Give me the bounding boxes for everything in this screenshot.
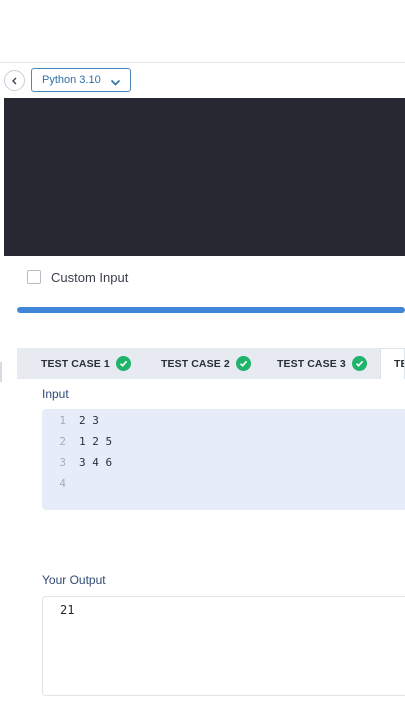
check-circle-icon [115, 356, 131, 371]
tab-label: TEST CASE 3 [277, 357, 346, 370]
custom-input-label: Custom Input [51, 269, 129, 285]
line-text: 2 3 [79, 413, 99, 427]
run-progress-bar [17, 307, 405, 313]
your-output-box: 21 [42, 596, 405, 696]
tab-test-case-1[interactable]: TEST CASE 1 [41, 348, 131, 379]
test-case-tabs: TEST CASE 1 TEST CASE 2 TEST CASE 3 TE [17, 348, 405, 379]
code-editor[interactable] [4, 98, 405, 256]
tab-label: TE [394, 358, 404, 370]
line-number: 4 [59, 476, 66, 490]
output-value: 21 [60, 603, 75, 617]
line-number: 1 [59, 413, 66, 427]
tab-test-case-3[interactable]: TEST CASE 3 [277, 348, 367, 379]
editor-toolbar: Python 3.10 [0, 64, 405, 98]
language-select-value: Python 3.10 [42, 74, 101, 86]
your-output-heading: Your Output [42, 573, 106, 587]
input-heading: Input [42, 387, 69, 401]
chevron-down-icon [110, 75, 121, 93]
test-input-box: 1 2 3 2 1 2 5 3 3 4 6 4 [42, 409, 405, 510]
language-select[interactable]: Python 3.10 [31, 68, 131, 92]
header-divider [0, 62, 405, 63]
tab-label: TEST CASE 1 [41, 357, 110, 370]
input-line: 2 1 2 5 [42, 432, 112, 450]
line-text: 3 4 6 [79, 455, 113, 469]
tab-test-case-2[interactable]: TEST CASE 2 [161, 348, 251, 379]
chevron-left-icon [11, 72, 19, 90]
run-progress-fill [17, 307, 405, 313]
custom-input-checkbox[interactable] [27, 270, 41, 284]
line-text: 1 2 5 [79, 434, 113, 448]
input-line: 1 2 3 [42, 411, 99, 429]
line-number: 3 [59, 455, 66, 469]
check-circle-icon [351, 356, 367, 371]
tab-label: TEST CASE 2 [161, 357, 230, 370]
custom-input-toggle[interactable]: Custom Input [27, 268, 128, 286]
collapse-button[interactable] [4, 70, 25, 91]
tab-test-case-4[interactable]: TE [380, 348, 405, 379]
input-line: 4 [42, 474, 79, 492]
scroll-edge-indicator [0, 362, 2, 382]
check-circle-icon [235, 356, 251, 371]
input-line: 3 3 4 6 [42, 453, 112, 471]
top-blank-area [0, 0, 405, 62]
line-number: 2 [59, 434, 66, 448]
